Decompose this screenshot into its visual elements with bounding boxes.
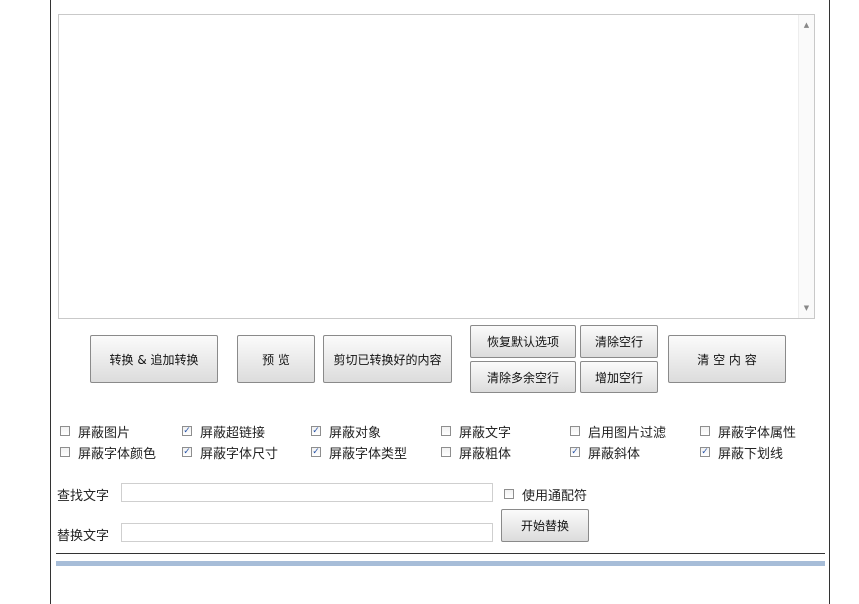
- options-row-2: 屏蔽字体颜色 ✓ 屏蔽字体尺寸 ✓ 屏蔽字体类型 屏蔽粗体 ✓ 屏蔽斜体 ✓ 屏…: [60, 443, 850, 462]
- accent-bar: [56, 561, 825, 566]
- option-label: 屏蔽粗体: [459, 446, 512, 462]
- checkbox-checked[interactable]: ✓: [182, 447, 192, 457]
- option-label: 启用图片过滤: [588, 425, 667, 441]
- option-label: 屏蔽下划线: [718, 446, 784, 462]
- option-hide-font-attrs[interactable]: 屏蔽字体属性: [700, 422, 797, 441]
- clear-empty-lines-button[interactable]: 清除空行: [580, 325, 658, 358]
- checkbox[interactable]: [441, 447, 451, 457]
- checkbox[interactable]: [441, 426, 451, 436]
- option-hide-font-type[interactable]: ✓ 屏蔽字体类型: [311, 443, 408, 462]
- option-label: 屏蔽文字: [459, 425, 512, 441]
- content-textarea[interactable]: ▲ ▼: [58, 14, 815, 319]
- checkbox-checked[interactable]: ✓: [182, 426, 192, 436]
- checkbox-checked[interactable]: ✓: [311, 426, 321, 436]
- option-hide-images[interactable]: 屏蔽图片: [60, 422, 131, 441]
- start-replace-button[interactable]: 开始替换: [501, 509, 589, 542]
- option-use-wildcard[interactable]: 使用通配符: [504, 485, 588, 504]
- find-label: 查找文字: [57, 489, 110, 504]
- convert-button[interactable]: 转换 & 追加转换: [90, 335, 218, 383]
- option-label: 屏蔽字体类型: [329, 446, 408, 462]
- options-row-1: 屏蔽图片 ✓ 屏蔽超链接 ✓ 屏蔽对象 屏蔽文字 启用图片过滤 屏蔽字体属性: [60, 422, 850, 441]
- option-label: 屏蔽字体尺寸: [200, 446, 279, 462]
- option-label: 屏蔽字体颜色: [78, 446, 157, 462]
- option-hide-objects[interactable]: ✓ 屏蔽对象: [311, 422, 382, 441]
- checkbox-checked[interactable]: ✓: [311, 447, 321, 457]
- find-input[interactable]: [121, 483, 493, 502]
- checkbox-checked[interactable]: ✓: [700, 447, 710, 457]
- checkbox-checked[interactable]: ✓: [570, 447, 580, 457]
- clear-content-button[interactable]: 清 空 内 容: [668, 335, 786, 383]
- replace-input[interactable]: [121, 523, 493, 542]
- option-hide-text[interactable]: 屏蔽文字: [441, 422, 512, 441]
- separator-line: [56, 553, 825, 554]
- restore-defaults-button[interactable]: 恢复默认选项: [470, 325, 576, 358]
- option-hide-italic[interactable]: ✓ 屏蔽斜体: [570, 443, 641, 462]
- scroll-up-icon[interactable]: ▲: [799, 18, 814, 32]
- clear-extra-lines-button[interactable]: 清除多余空行: [470, 361, 576, 393]
- scroll-down-icon[interactable]: ▼: [799, 301, 814, 315]
- option-label: 屏蔽图片: [78, 425, 131, 441]
- add-empty-lines-button[interactable]: 增加空行: [580, 361, 658, 393]
- option-image-filter[interactable]: 启用图片过滤: [570, 422, 667, 441]
- left-border: [50, 0, 51, 604]
- option-label: 屏蔽对象: [329, 425, 382, 441]
- option-hide-underline[interactable]: ✓ 屏蔽下划线: [700, 443, 784, 462]
- right-border: [829, 0, 830, 604]
- checkbox[interactable]: [504, 489, 514, 499]
- vertical-scrollbar[interactable]: ▲ ▼: [798, 15, 814, 318]
- option-label: 屏蔽字体属性: [718, 425, 797, 441]
- option-label: 屏蔽斜体: [588, 446, 641, 462]
- checkbox[interactable]: [60, 426, 70, 436]
- option-hide-font-color[interactable]: 屏蔽字体颜色: [60, 443, 157, 462]
- replace-label: 替换文字: [57, 529, 110, 544]
- checkbox[interactable]: [700, 426, 710, 436]
- option-label: 屏蔽超链接: [200, 425, 266, 441]
- option-hide-font-size[interactable]: ✓ 屏蔽字体尺寸: [182, 443, 279, 462]
- checkbox[interactable]: [60, 447, 70, 457]
- option-hide-links[interactable]: ✓ 屏蔽超链接: [182, 422, 266, 441]
- cut-converted-button[interactable]: 剪切已转换好的内容: [323, 335, 452, 383]
- checkbox[interactable]: [570, 426, 580, 436]
- preview-button[interactable]: 预 览: [237, 335, 315, 383]
- option-label: 使用通配符: [522, 488, 588, 504]
- option-hide-bold[interactable]: 屏蔽粗体: [441, 443, 512, 462]
